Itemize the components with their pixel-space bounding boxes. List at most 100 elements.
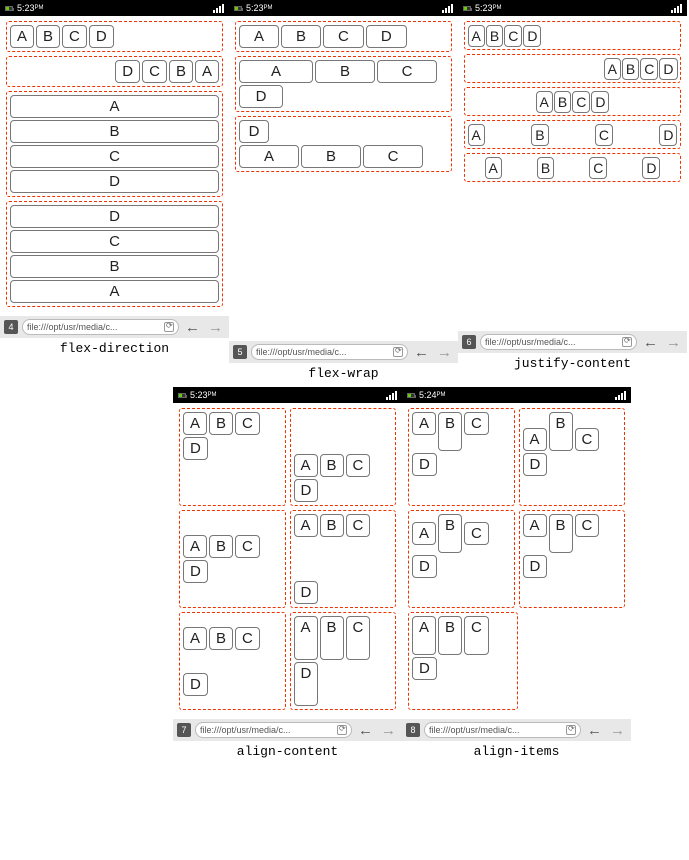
clock: 5:23 [190,390,208,400]
refresh-icon[interactable] [393,347,403,357]
clock: 5:24 [419,390,437,400]
flex-item: D [523,453,548,476]
signal-icon [615,391,626,400]
forward-button[interactable]: → [206,320,225,335]
flex-item: B [438,514,462,553]
flex-item: C [575,514,600,537]
flex-item: C [235,627,260,650]
flex-item: B [537,157,554,179]
browser-toolbar: 7 file:///opt/usr/media/c... ← → [173,719,402,741]
flex-item: C [346,514,371,537]
demo-ai-stretch: A B C D [408,612,518,710]
signal-icon [671,4,682,13]
url-field[interactable]: file:///opt/usr/media/c... [195,722,352,738]
battery-icon [178,393,186,398]
url-field[interactable]: file:///opt/usr/media/c... [251,344,408,360]
flex-item: A [183,412,207,435]
status-bar: 5:23PM [458,0,687,16]
signal-icon [386,391,397,400]
flex-item: C [504,25,522,47]
flex-item: C [235,535,260,558]
demo-column-reverse: A B C D [6,201,223,307]
flex-item: C [323,25,364,48]
flex-item: B [281,25,321,48]
flex-item: A [183,627,207,650]
battery-icon [5,6,13,11]
flex-item: D [294,662,319,706]
flex-item: D [412,453,437,476]
demo-wrap: A B C D [235,56,452,112]
flex-item: D [10,205,219,228]
tab-count-badge[interactable]: 5 [233,345,247,359]
flex-item: B [320,616,344,660]
flex-item: D [366,25,407,48]
browser-toolbar: 6 file:///opt/usr/media/c... ← → [458,331,687,353]
flex-item: D [412,657,437,680]
flex-item: B [10,120,219,143]
flex-item: B [36,25,60,48]
back-button[interactable]: ← [412,345,431,360]
flex-item: B [209,412,233,435]
tab-count-badge[interactable]: 6 [462,335,476,349]
flex-item: D [412,555,437,578]
tab-count-badge[interactable]: 4 [4,320,18,334]
flex-item: A [239,60,313,83]
flex-item: A [10,280,219,303]
flex-item: C [575,428,600,451]
status-bar: 5:23PM [0,0,229,16]
flex-item: B [320,454,344,477]
url-field[interactable]: file:///opt/usr/media/c... [424,722,581,738]
flex-item: C [464,616,489,655]
flex-item: A [412,412,436,435]
demo-wrap-reverse: A B C D [235,116,452,172]
flex-item: C [377,60,437,83]
flex-item: A [10,25,34,48]
battery-icon [234,6,242,11]
url-field[interactable]: file:///opt/usr/media/c... [22,319,179,335]
battery-icon [463,6,471,11]
refresh-icon[interactable] [337,725,347,735]
forward-button[interactable]: → [664,335,683,350]
demo-ac-around: A B C D [179,612,286,710]
flex-item: C [142,60,167,83]
demo-row: A B C D [6,21,223,52]
demo-nowrap: A B C D [235,21,452,52]
forward-button[interactable]: → [608,723,627,738]
back-button[interactable]: ← [585,723,604,738]
refresh-icon[interactable] [566,725,576,735]
flex-item: B [549,412,573,451]
forward-button[interactable]: → [435,345,454,360]
flex-item: B [209,627,233,650]
panel-align-content: 5:23PM A B C D A B C D A [173,387,402,765]
demo-ac-stretch: A B C D [290,612,397,710]
flex-item: B [438,616,462,655]
refresh-icon[interactable] [622,337,632,347]
tab-count-badge[interactable]: 7 [177,723,191,737]
flex-item: A [523,514,547,537]
demo-ac-center: A B C D [179,510,286,608]
flex-item: D [10,170,219,193]
flex-item: D [89,25,114,48]
flex-item: D [183,673,208,696]
flex-item: C [363,145,423,168]
caption: flex-direction [0,338,229,362]
tab-count-badge[interactable]: 8 [406,723,420,737]
demo-ac-end: A B C D [290,408,397,506]
caption: justify-content [458,353,687,377]
status-bar: 5:23PM [229,0,458,16]
flex-item: A [536,91,553,113]
refresh-icon[interactable] [164,322,174,332]
caption: flex-wrap [229,363,458,387]
forward-button[interactable]: → [379,723,398,738]
back-button[interactable]: ← [641,335,660,350]
back-button[interactable]: ← [356,723,375,738]
browser-toolbar: 5 file:///opt/usr/media/c... ← → [229,341,458,363]
url-field[interactable]: file:///opt/usr/media/c... [480,334,637,350]
flex-item: B [554,91,571,113]
flex-item: B [549,514,573,553]
back-button[interactable]: ← [183,320,202,335]
flex-item: C [464,412,489,435]
flex-item: B [209,535,233,558]
panel-flex-wrap: 5:23PM A B C D A B C D A B C D [229,0,458,387]
signal-icon [442,4,453,13]
